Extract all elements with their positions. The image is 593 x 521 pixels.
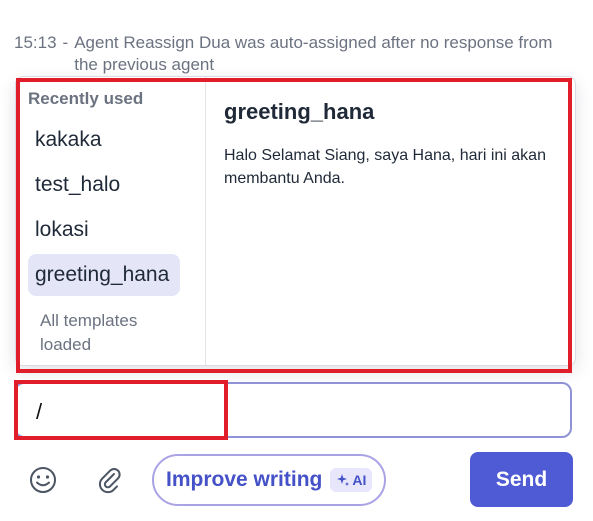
template-item-lokasi[interactable]: lokasi xyxy=(28,209,180,251)
log-message: Agent Reassign Dua was auto-assigned aft… xyxy=(74,33,553,74)
log-separator: - xyxy=(62,33,69,52)
send-button[interactable]: Send xyxy=(470,452,573,507)
message-input[interactable] xyxy=(34,394,558,430)
paperclip-icon[interactable] xyxy=(92,462,128,498)
template-item-test-halo[interactable]: test_halo xyxy=(28,164,180,206)
improve-writing-button[interactable]: Improve writing AI xyxy=(152,454,386,506)
activity-log-line: 15:13 - Agent Reassign Dua was auto-assi… xyxy=(14,32,574,76)
template-list: Recently used kakaka test_halo lokasi gr… xyxy=(16,77,206,365)
ai-badge-label: AI xyxy=(352,472,367,488)
recently-used-heading: Recently used xyxy=(28,89,144,108)
ai-badge: AI xyxy=(330,468,373,492)
template-item-greeting-hana[interactable]: greeting_hana xyxy=(28,254,180,296)
template-item-kakaka[interactable]: kakaka xyxy=(28,119,180,161)
template-picker-panel: Recently used kakaka test_halo lokasi gr… xyxy=(15,76,576,366)
improve-writing-label: Improve writing xyxy=(166,468,323,491)
sparkle-icon xyxy=(337,474,350,486)
log-timestamp: 15:13 xyxy=(14,33,57,52)
message-composer xyxy=(14,382,572,438)
template-preview-body: Halo Selamat Siang, saya Hana, hari ini … xyxy=(224,147,546,187)
template-preview-title: greeting_hana xyxy=(224,99,375,124)
smiley-icon[interactable] xyxy=(25,462,61,498)
all-templates-loaded-note: All templates loaded xyxy=(40,311,138,354)
